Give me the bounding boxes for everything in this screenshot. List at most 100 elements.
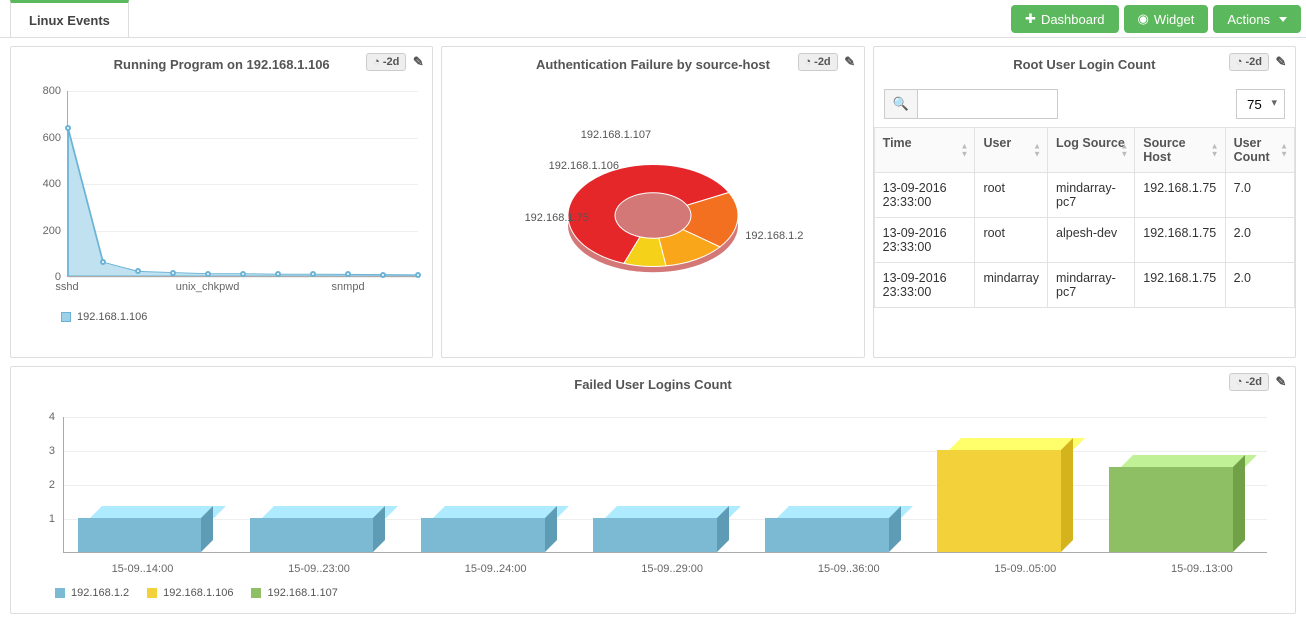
time-range-badge[interactable]: ◔ -2d	[366, 53, 406, 71]
cell-logsource: mindarray-pc7	[1048, 173, 1135, 218]
cell-user: root	[975, 218, 1048, 263]
running-program-chart: sshdunix_chkpwdsnmpd 0200400600800	[21, 87, 422, 307]
x-tick-label: 15-09..29:00	[641, 563, 703, 575]
panel-root-login: Root User Login Count ◔ -2d ✎ 🔍 75	[873, 46, 1296, 358]
caret-down-icon	[1279, 17, 1287, 22]
bar	[937, 450, 1061, 552]
panel-title: Running Program on 192.168.1.106	[114, 57, 330, 72]
legend-swatch	[61, 312, 71, 322]
cell-usercount: 7.0	[1225, 173, 1294, 218]
pie-slice-label: 192.168.1.106	[549, 160, 619, 172]
time-range-badge[interactable]: ◔ -2d	[798, 53, 838, 71]
cell-time: 13-09-2016 23:33:00	[874, 218, 975, 263]
legend-item: 192.168.1.107	[251, 587, 337, 599]
dashboard-button-label: Dashboard	[1041, 12, 1105, 27]
cell-logsource: alpesh-dev	[1048, 218, 1135, 263]
y-tick-label: 800	[21, 85, 61, 97]
sort-icon: ▲▼	[1280, 143, 1288, 158]
y-tick-label: 0	[21, 271, 61, 283]
y-tick-label: 2	[35, 479, 55, 491]
y-tick-label: 600	[21, 132, 61, 144]
col-sourcehost[interactable]: Source Host▲▼	[1135, 128, 1225, 173]
data-point	[170, 270, 176, 276]
col-user[interactable]: User▲▼	[975, 128, 1048, 173]
edit-icon[interactable]: ✎	[410, 54, 426, 70]
widget-button[interactable]: ◉ Widget	[1124, 5, 1209, 33]
x-tick-label: 15-09..14:00	[112, 563, 174, 575]
data-point	[380, 272, 386, 278]
data-point	[205, 271, 211, 277]
top-grid: Running Program on 192.168.1.106 ◔ -2d ✎…	[0, 38, 1306, 366]
legend-label: 192.168.1.106	[77, 311, 147, 323]
table-row[interactable]: 13-09-2016 23:33:00rootmindarray-pc7192.…	[874, 173, 1294, 218]
search-input[interactable]	[918, 89, 1058, 119]
table-search: 🔍	[884, 89, 1058, 119]
edit-icon[interactable]: ✎	[1273, 54, 1289, 70]
time-range-badge[interactable]: ◔ -2d	[1229, 53, 1269, 71]
x-tick-label: 15-09..23:00	[288, 563, 350, 575]
clock-icon: ◔	[805, 56, 812, 68]
cell-logsource: mindarray-pc7	[1048, 263, 1135, 308]
col-logsource[interactable]: Log Source▲▼	[1048, 128, 1135, 173]
x-tick-label: 15-09..13:00	[1171, 563, 1233, 575]
plus-icon: ✚	[1025, 11, 1036, 27]
data-point	[415, 272, 421, 278]
clock-icon: ◔	[373, 56, 380, 68]
panel-title: Failed User Logins Count	[574, 377, 731, 392]
sort-icon: ▲▼	[961, 143, 969, 158]
cell-time: 13-09-2016 23:33:00	[874, 173, 975, 218]
legend-swatch	[147, 588, 157, 598]
bar	[1109, 467, 1233, 552]
x-tick-label: 15-09..05:00	[994, 563, 1056, 575]
bar	[593, 518, 717, 552]
y-tick-label: 1	[35, 513, 55, 525]
legend-swatch	[55, 588, 65, 598]
topbar: Linux Events ✚ Dashboard ◉ Widget Action…	[0, 0, 1306, 38]
legend-item: 192.168.1.2	[55, 587, 129, 599]
bar	[765, 518, 889, 552]
col-usercount[interactable]: User Count▲▼	[1225, 128, 1294, 173]
y-tick-label: 4	[35, 411, 55, 423]
panel-auth-failure: Authentication Failure by source-host ◔ …	[441, 46, 864, 358]
edit-icon[interactable]: ✎	[1273, 374, 1289, 390]
cell-usercount: 2.0	[1225, 218, 1294, 263]
pie-slice-label: 192.168.1.2	[745, 230, 803, 242]
actions-button[interactable]: Actions	[1213, 5, 1301, 33]
cell-user: root	[975, 173, 1048, 218]
legend-swatch	[251, 588, 261, 598]
data-point	[100, 259, 106, 265]
search-button[interactable]: 🔍	[884, 89, 918, 119]
bar	[78, 518, 202, 552]
dashboard-button[interactable]: ✚ Dashboard	[1011, 5, 1119, 33]
data-point	[310, 271, 316, 277]
page-size-select[interactable]: 75	[1236, 89, 1285, 119]
legend-item: 192.168.1.106	[61, 311, 147, 323]
legend-label: 192.168.1.106	[163, 587, 233, 599]
failed-logins-chart: 123415-09..14:0015-09..23:0015-09..24:00…	[35, 413, 1271, 583]
tab-linux-events[interactable]: Linux Events	[10, 0, 129, 37]
table-row[interactable]: 13-09-2016 23:33:00rootalpesh-dev192.168…	[874, 218, 1294, 263]
y-tick-label: 200	[21, 225, 61, 237]
x-tick-label: 15-09..24:00	[465, 563, 527, 575]
panel-header: Authentication Failure by source-host ◔ …	[442, 47, 863, 81]
x-tick-label: 15-09..36:00	[818, 563, 880, 575]
data-point	[275, 271, 281, 277]
x-tick-label: snmpd	[332, 281, 365, 293]
cell-sourcehost: 192.168.1.75	[1135, 263, 1225, 308]
legend-label: 192.168.1.2	[71, 587, 129, 599]
legend-item: 192.168.1.106	[147, 587, 233, 599]
widget-icon: ◉	[1138, 11, 1149, 27]
bar	[250, 518, 374, 552]
x-tick-label: unix_chkpwd	[176, 281, 240, 293]
panel-failed-logins: Failed User Logins Count ◔ -2d ✎ 123415-…	[10, 366, 1296, 614]
pie-slice-label: 192.168.1.107	[581, 129, 651, 141]
sort-icon: ▲▼	[1211, 143, 1219, 158]
time-range-badge[interactable]: ◔ -2d	[1229, 373, 1269, 391]
edit-icon[interactable]: ✎	[842, 54, 858, 70]
panel-header: Failed User Logins Count ◔ -2d ✎	[11, 367, 1295, 401]
table-row[interactable]: 13-09-2016 23:33:00mindarraymindarray-pc…	[874, 263, 1294, 308]
root-login-table: Time▲▼ User▲▼ Log Source▲▼ Source Host▲▼…	[874, 127, 1295, 308]
panel-running-program: Running Program on 192.168.1.106 ◔ -2d ✎…	[10, 46, 433, 358]
col-time[interactable]: Time▲▼	[874, 128, 975, 173]
actions-button-label: Actions	[1227, 12, 1270, 27]
